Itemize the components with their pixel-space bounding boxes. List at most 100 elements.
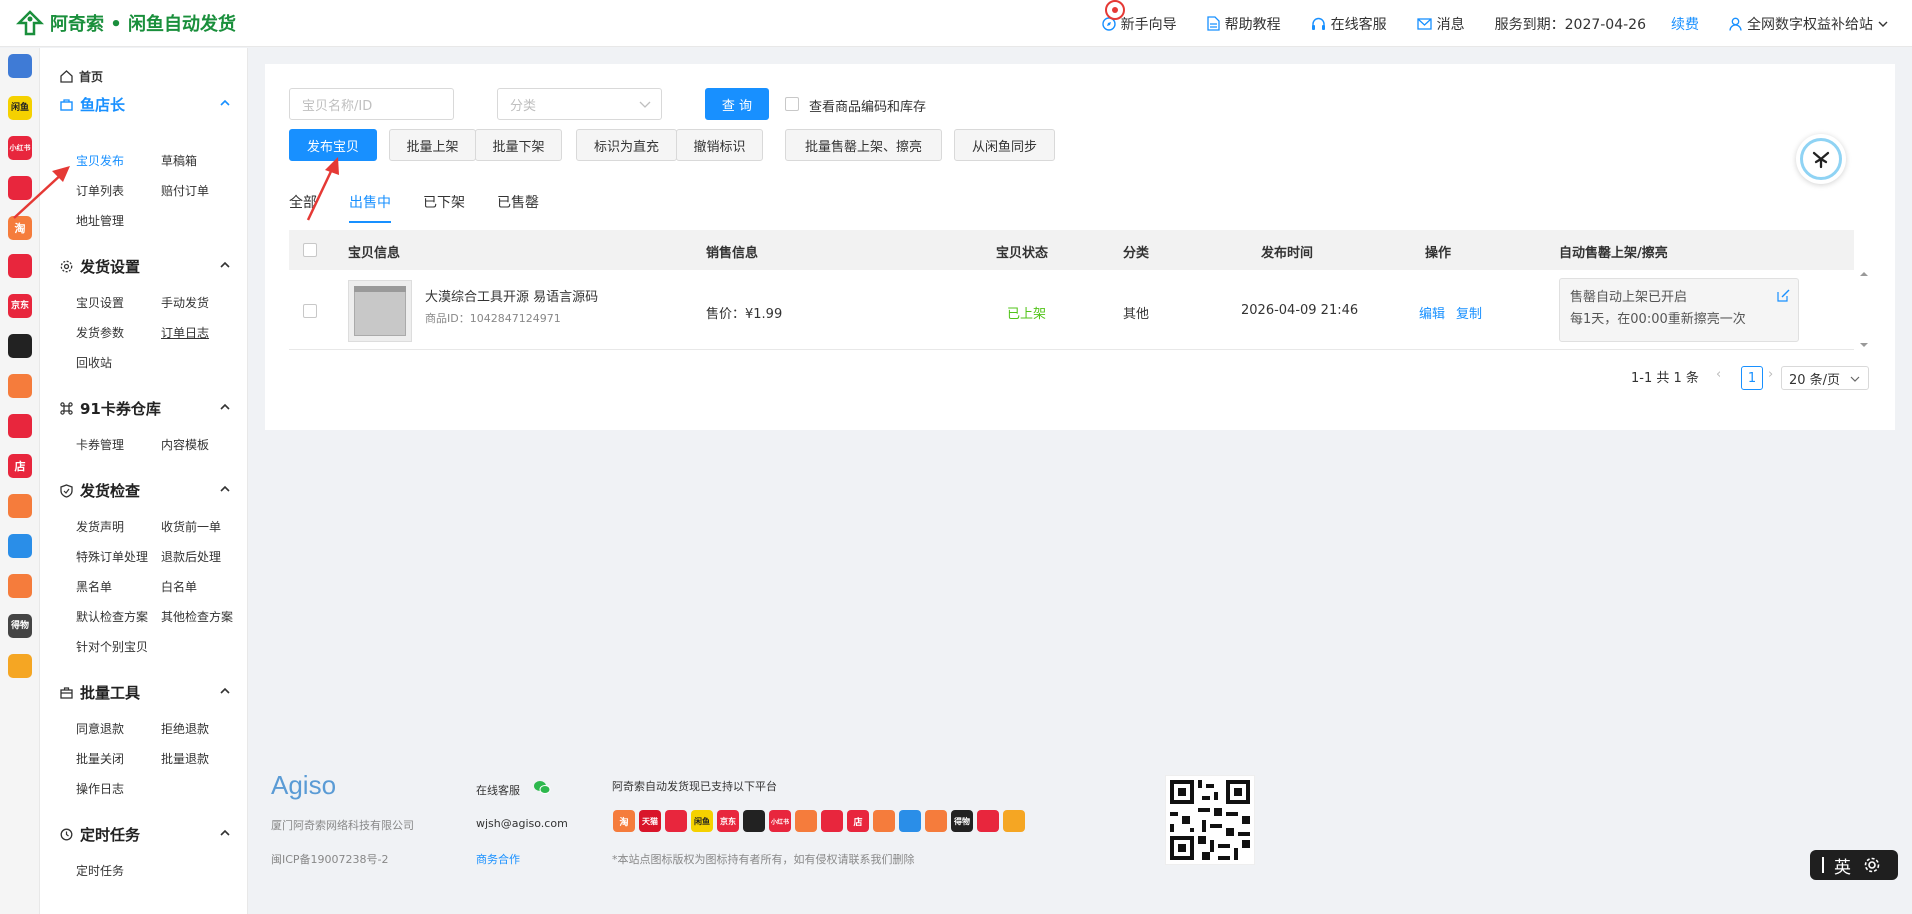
platform-xianyu-icon: 闲鱼: [691, 810, 713, 832]
item-title[interactable]: 大漠综合工具开源 易语言源码: [425, 286, 598, 305]
copy-link[interactable]: 复制: [1456, 303, 1482, 322]
sidebar-item-blacklist[interactable]: 黑名单: [76, 578, 112, 595]
tab-all[interactable]: 全部: [289, 192, 317, 212]
sidebar-item-drafts[interactable]: 草稿箱: [161, 152, 197, 169]
footer-icp[interactable]: 闽ICP备19007238号-2: [271, 851, 389, 867]
rail-link-icon[interactable]: [8, 534, 32, 558]
ime-indicator[interactable]: 英: [1810, 850, 1898, 880]
select-all-checkbox[interactable]: [303, 243, 317, 257]
sidebar-item-card-management[interactable]: 卡券管理: [76, 436, 124, 453]
sidebar-section-yudianzhang[interactable]: 鱼店长: [60, 94, 230, 115]
footer-business-link[interactable]: 商务合作: [476, 851, 520, 867]
sidebar-item-order-log[interactable]: 订单日志: [161, 324, 209, 341]
sidebar-item-address[interactable]: 地址管理: [76, 212, 124, 229]
sidebar-item-batch-close[interactable]: 批量关闭: [76, 750, 124, 767]
unmark-button[interactable]: 撤销标识: [676, 129, 763, 161]
sidebar-item-home[interactable]: 首页: [60, 68, 103, 85]
sidebar-item-reject-refund[interactable]: 拒绝退款: [161, 720, 209, 737]
newbie-guide-link[interactable]: 新手向导: [1101, 0, 1177, 34]
ime-language-label: 英: [1834, 857, 1851, 878]
sidebar-item-delivery-params[interactable]: 发货参数: [76, 324, 124, 341]
prev-page-icon[interactable]: ‹: [1716, 367, 1721, 382]
sidebar-item-item-settings[interactable]: 宝贝设置: [76, 294, 124, 311]
sidebar-item-default-check[interactable]: 默认检查方案: [76, 608, 148, 625]
sidebar-item-publish[interactable]: 宝贝发布: [76, 152, 124, 169]
footer-email[interactable]: wjsh@agiso.com: [476, 817, 568, 830]
sidebar-section-delivery-check[interactable]: 发货检查: [60, 480, 230, 501]
gear-icon[interactable]: [1863, 856, 1881, 874]
sidebar-item-delivery-statement[interactable]: 发货声明: [76, 518, 124, 535]
online-service-link[interactable]: 在线客服: [1311, 14, 1387, 34]
search-input[interactable]: 宝贝名称/ID: [289, 88, 454, 120]
mail-icon: [1416, 17, 1432, 30]
row-checkbox[interactable]: [303, 304, 317, 318]
sidebar-item-batch-refund[interactable]: 批量退款: [161, 750, 209, 767]
edit-link[interactable]: 编辑: [1419, 303, 1445, 322]
page-size-select[interactable]: 20 条/页: [1781, 366, 1869, 390]
batch-off-shelf-button[interactable]: 批量下架: [475, 129, 562, 161]
sidebar-item-manual-delivery[interactable]: 手动发货: [161, 294, 209, 311]
sidebar-item-operation-log[interactable]: 操作日志: [76, 780, 124, 797]
wechat-icon[interactable]: [533, 780, 551, 795]
sidebar-item-recycle-bin[interactable]: 回收站: [76, 354, 112, 371]
assistant-badge-icon[interactable]: [1796, 134, 1846, 184]
sync-from-xianyu-button[interactable]: 从闲鱼同步: [954, 129, 1055, 161]
chevron-up-icon: [220, 403, 230, 410]
rail-grid-icon[interactable]: [8, 54, 32, 78]
rail-shop-icon[interactable]: 店: [8, 454, 32, 478]
query-button[interactable]: 查 询: [705, 88, 769, 120]
rail-kuaishou-icon[interactable]: [8, 176, 32, 200]
messages-link[interactable]: 消息: [1416, 14, 1465, 34]
tab-on-sale[interactable]: 出售中: [349, 192, 391, 212]
edit-icon[interactable]: [1777, 289, 1790, 302]
tab-sold-out[interactable]: 已售罄: [497, 192, 539, 212]
category-select[interactable]: 分类: [497, 88, 662, 120]
rail-tiger-icon[interactable]: [8, 654, 32, 678]
next-page-icon[interactable]: ›: [1768, 367, 1773, 382]
sidebar-item-orders[interactable]: 订单列表: [76, 182, 124, 199]
sidebar-item-content-template[interactable]: 内容模板: [161, 436, 209, 453]
col-auto-relist: 自动售罄上架/擦亮: [1559, 246, 1668, 261]
sidebar-item-other-check[interactable]: 其他检查方案: [161, 608, 233, 625]
batch-on-shelf-button[interactable]: 批量上架: [389, 129, 476, 161]
rail-pinduoduo-icon[interactable]: [8, 254, 32, 278]
rail-xianyu-icon[interactable]: 闲鱼: [8, 96, 32, 120]
rail-face-icon[interactable]: [8, 574, 32, 598]
sidebar-item-per-item[interactable]: 针对个别宝贝: [76, 638, 148, 655]
table-scrollbar[interactable]: [1854, 230, 1874, 350]
rail-xiaohongshu-icon[interactable]: 小红书: [8, 136, 32, 160]
sidebar-item-agree-refund[interactable]: 同意退款: [76, 720, 124, 737]
sidebar-item-before-receipt[interactable]: 收货前一单: [161, 518, 221, 535]
rail-jd-icon[interactable]: 京东: [8, 294, 32, 318]
sidebar-section-scheduled[interactable]: 定时任务: [60, 824, 230, 845]
rail-douyin-icon[interactable]: [8, 334, 32, 358]
sidebar-item-after-refund[interactable]: 退款后处理: [161, 548, 221, 565]
show-code-checkbox[interactable]: [785, 97, 799, 111]
renew-link[interactable]: 续费: [1671, 14, 1699, 34]
sidebar-section-delivery-settings[interactable]: 发货设置: [60, 256, 230, 277]
rail-weidian-icon[interactable]: [8, 494, 32, 518]
service-expiry: 服务到期：2027-04-26: [1494, 16, 1646, 33]
sidebar-item-special-orders[interactable]: 特殊订单处理: [76, 548, 148, 565]
sidebar-section-card-warehouse[interactable]: 91卡券仓库: [60, 398, 230, 419]
rail-dewu-icon[interactable]: 得物: [8, 614, 32, 638]
sidebar-section-batch-tools[interactable]: 批量工具: [60, 682, 230, 703]
section-title: 发货检查: [80, 482, 141, 500]
page-number-1[interactable]: 1: [1741, 366, 1763, 390]
platform-rail: 闲鱼小红书淘京东店得物: [0, 48, 40, 914]
publish-item-button[interactable]: 发布宝贝: [289, 129, 377, 161]
rail-thumb-icon[interactable]: [8, 414, 32, 438]
brand-logo[interactable]: 阿奇索 • 闲鱼自动发货: [16, 9, 236, 37]
tab-off-shelf[interactable]: 已下架: [423, 192, 465, 212]
bag-icon: [60, 99, 73, 111]
sidebar-item-scheduled-task[interactable]: 定时任务: [76, 862, 124, 879]
rail-taobao-icon[interactable]: 淘: [8, 216, 32, 240]
account-menu[interactable]: 全网数字权益补给站: [1729, 14, 1894, 34]
rail-kuaishou2-icon[interactable]: [8, 374, 32, 398]
mark-direct-recharge-button[interactable]: 标识为直充: [576, 129, 677, 161]
item-thumbnail[interactable]: [348, 280, 412, 342]
sidebar-item-whitelist[interactable]: 白名单: [161, 578, 197, 595]
help-tutorial-link[interactable]: 帮助教程: [1206, 14, 1281, 34]
sidebar-item-compensation[interactable]: 赔付订单: [161, 182, 209, 199]
batch-sold-out-button[interactable]: 批量售罄上架、擦亮: [785, 129, 942, 161]
